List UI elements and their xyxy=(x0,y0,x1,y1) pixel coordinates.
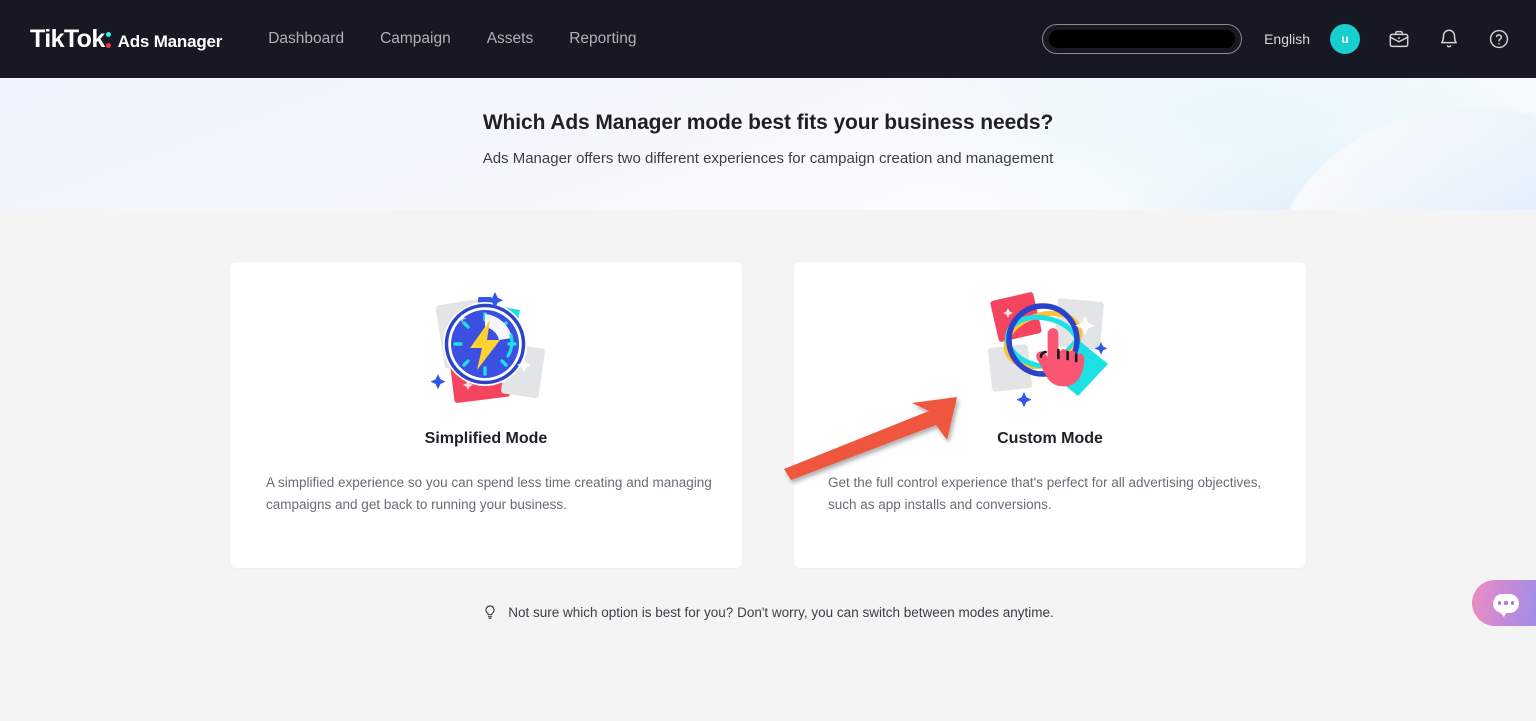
search-redacted-value xyxy=(1049,30,1236,48)
logo-secondary-text: Ads Manager xyxy=(117,31,223,51)
hero-banner: Which Ads Manager mode best fits your bu… xyxy=(0,78,1536,210)
header-right-group: English u xyxy=(1042,24,1510,54)
nav-assets[interactable]: Assets xyxy=(487,30,534,48)
chat-support-button[interactable] xyxy=(1472,580,1536,626)
logo-colon-icon xyxy=(105,30,113,50)
logo-primary-text: TikTok xyxy=(30,24,105,53)
chat-bubble-icon xyxy=(1493,593,1519,617)
nav-campaign[interactable]: Campaign xyxy=(380,30,451,48)
tiktok-ads-manager-logo[interactable]: TikTok Ads Manager xyxy=(30,25,222,54)
simplified-mode-title: Simplified Mode xyxy=(424,430,548,447)
page-title: Which Ads Manager mode best fits your bu… xyxy=(482,111,1054,134)
simplified-mode-description: A simplified experience so you can spend… xyxy=(266,475,712,512)
custom-mode-title: Custom Mode xyxy=(997,430,1103,447)
nav-dashboard[interactable]: Dashboard xyxy=(268,30,344,48)
bell-icon[interactable] xyxy=(1438,28,1460,50)
main-nav: Dashboard Campaign Assets Reporting xyxy=(268,30,636,48)
globe-hand-cursor-illustration xyxy=(794,262,1306,412)
briefcase-icon[interactable] xyxy=(1388,28,1410,50)
lightbulb-icon xyxy=(482,604,498,620)
nav-reporting[interactable]: Reporting xyxy=(569,30,636,48)
footnote: Not sure which option is best for you? D… xyxy=(0,604,1536,620)
footnote-text: Not sure which option is best for you? D… xyxy=(508,604,1054,620)
custom-mode-card[interactable]: Custom Mode Get the full control experie… xyxy=(794,262,1306,568)
stopwatch-lightning-illustration xyxy=(230,262,742,412)
search-input[interactable] xyxy=(1042,24,1243,54)
avatar[interactable]: u xyxy=(1330,24,1360,54)
custom-mode-description: Get the full control experience that's p… xyxy=(828,475,1262,512)
top-navigation-bar: TikTok Ads Manager Dashboard Campaign As… xyxy=(0,0,1536,78)
help-circle-icon[interactable] xyxy=(1488,28,1510,50)
mode-cards-container: Simplified Mode A simplified experience … xyxy=(230,262,1306,568)
simplified-mode-card[interactable]: Simplified Mode A simplified experience … xyxy=(230,262,742,568)
page-subtitle: Ads Manager offers two different experie… xyxy=(482,150,1054,167)
language-selector[interactable]: English xyxy=(1264,31,1310,47)
